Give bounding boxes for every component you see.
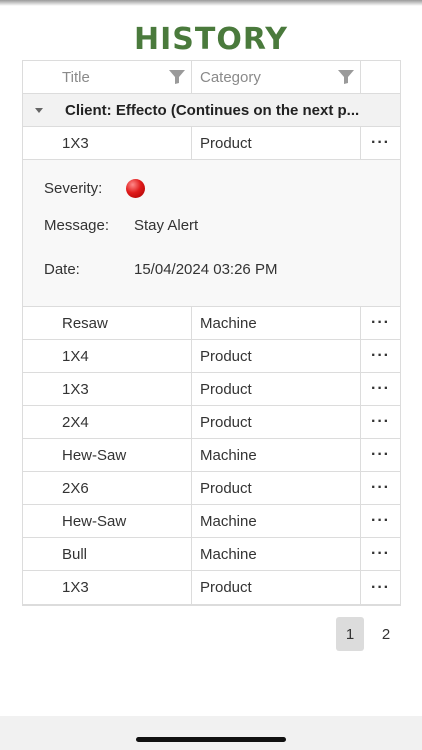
column-header-title[interactable]: Title xyxy=(23,61,192,93)
message-label: Message: xyxy=(44,217,110,234)
page-title: HISTORY xyxy=(133,22,289,57)
severity-label: Severity: xyxy=(44,180,103,197)
cell-category: Machine xyxy=(192,307,361,339)
table-row[interactable]: 1X3 Product ··· xyxy=(23,373,400,406)
table-row[interactable]: Resaw Machine ··· xyxy=(23,307,400,340)
table-row[interactable]: 1X4 Product ··· xyxy=(23,340,400,373)
cell-category: Product xyxy=(192,406,361,438)
home-indicator[interactable] xyxy=(136,737,286,742)
cell-title: 1X3 xyxy=(23,571,192,604)
cell-title: 1X3 xyxy=(23,127,192,159)
cell-title: 1X3 xyxy=(23,373,192,405)
top-edge-shadow xyxy=(0,0,422,6)
more-actions-button[interactable]: ··· xyxy=(361,340,400,372)
cell-category: Product xyxy=(192,472,361,504)
history-grid: Title Category Client: Effecto (Continue… xyxy=(22,60,401,606)
table-row[interactable]: 2X4 Product ··· xyxy=(23,406,400,439)
filter-icon[interactable] xyxy=(169,70,185,84)
table-row[interactable]: 2X6 Product ··· xyxy=(23,472,400,505)
row-detail-panel: Severity: Message: Stay Alert Date: 15/0… xyxy=(23,160,400,307)
cell-title: Resaw xyxy=(23,307,192,339)
table-row[interactable]: Hew-Saw Machine ··· xyxy=(23,439,400,472)
cell-title: Bull xyxy=(23,538,192,570)
cell-title: 2X4 xyxy=(23,406,192,438)
cell-category: Product xyxy=(192,127,361,159)
more-actions-button[interactable]: ··· xyxy=(361,127,400,159)
table-body: Resaw Machine ··· 1X4 Product ··· 1X3 Pr… xyxy=(23,307,400,604)
message-value: Stay Alert xyxy=(134,217,199,234)
more-actions-button[interactable]: ··· xyxy=(361,307,400,339)
more-actions-button[interactable]: ··· xyxy=(361,406,400,438)
table-row[interactable]: Bull Machine ··· xyxy=(23,538,400,571)
cell-category: Product xyxy=(192,373,361,405)
more-actions-button[interactable]: ··· xyxy=(361,538,400,570)
table-row-expanded[interactable]: 1X3 Product ··· xyxy=(23,127,400,160)
page-button-1[interactable]: 1 xyxy=(336,617,364,651)
severity-indicator-icon xyxy=(126,179,145,198)
column-header-title-label: Title xyxy=(62,68,90,86)
cell-category: Machine xyxy=(192,538,361,570)
filter-icon[interactable] xyxy=(338,70,354,84)
grid-header: Title Category xyxy=(23,61,400,94)
table-row[interactable]: Hew-Saw Machine ··· xyxy=(23,505,400,538)
column-header-actions xyxy=(361,61,400,93)
date-value: 15/04/2024 03:26 PM xyxy=(134,261,278,278)
collapse-caret-icon[interactable] xyxy=(35,107,43,113)
cell-title: Hew-Saw xyxy=(23,439,192,471)
cell-title: 2X6 xyxy=(23,472,192,504)
group-row[interactable]: Client: Effecto (Continues on the next p… xyxy=(23,94,400,127)
group-label: Client: Effecto (Continues on the next p… xyxy=(65,101,360,119)
date-label: Date: xyxy=(44,261,80,278)
more-actions-button[interactable]: ··· xyxy=(361,472,400,504)
more-actions-button[interactable]: ··· xyxy=(361,505,400,537)
page-button-2[interactable]: 2 xyxy=(372,617,400,651)
cell-category: Machine xyxy=(192,439,361,471)
cell-title: 1X4 xyxy=(23,340,192,372)
bottom-bar xyxy=(0,716,422,750)
cell-category: Product xyxy=(192,571,361,604)
more-actions-button[interactable]: ··· xyxy=(361,571,400,604)
pagination: 1 2 xyxy=(336,617,400,651)
column-header-category[interactable]: Category xyxy=(192,61,361,93)
cell-title: Hew-Saw xyxy=(23,505,192,537)
cell-category: Product xyxy=(192,340,361,372)
column-header-category-label: Category xyxy=(200,68,261,86)
table-row[interactable]: 1X3 Product ··· xyxy=(23,571,400,604)
cell-category: Machine xyxy=(192,505,361,537)
more-actions-button[interactable]: ··· xyxy=(361,373,400,405)
more-actions-button[interactable]: ··· xyxy=(361,439,400,471)
